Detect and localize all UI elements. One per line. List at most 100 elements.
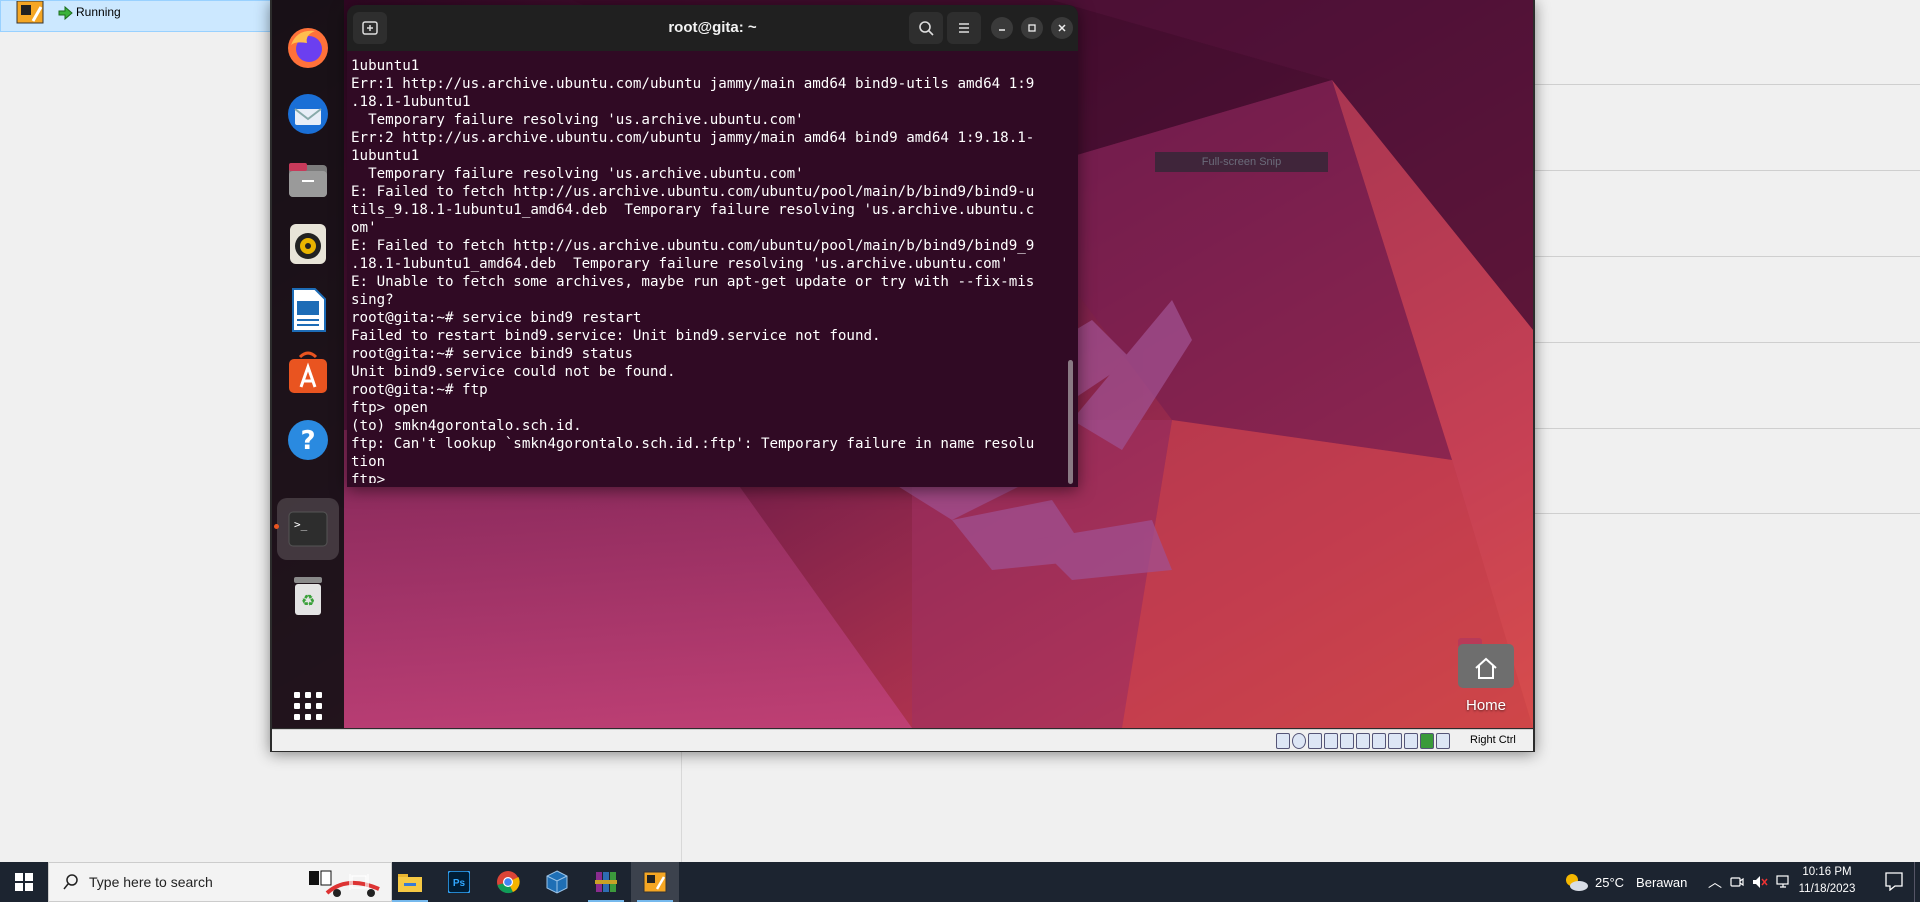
taskbar-virtualbox[interactable] <box>533 862 581 902</box>
terminal-line: 1ubuntu1 <box>351 58 420 74</box>
recording-icon[interactable] <box>1388 733 1402 749</box>
vm-display-window[interactable]: Full-screen Snip ? >_ ♻ root@gita: ~ 1ub… <box>270 0 1535 752</box>
dock-item-rhythmbox[interactable] <box>280 216 336 272</box>
search-button[interactable] <box>909 12 943 44</box>
weather-temperature: 25°C <box>1595 874 1625 890</box>
minimize-icon <box>999 29 1005 31</box>
terminal-line: E: Failed to fetch http://us.archive.ubu… <box>351 238 1035 254</box>
file-explorer-icon <box>398 874 422 892</box>
vm-list-item[interactable]: Running <box>0 0 272 32</box>
dock-item-thunderbird[interactable] <box>280 86 336 142</box>
hard-disk-icon[interactable] <box>1276 733 1290 749</box>
clock-date: 11/18/2023 <box>1798 883 1856 895</box>
svg-text:>_: >_ <box>294 518 308 531</box>
terminal-line: .18.1-1ubuntu1 <box>351 94 471 110</box>
details-row <box>1534 430 1920 514</box>
dock-item-terminal[interactable]: >_ <box>277 498 339 560</box>
maximize-button[interactable] <box>1021 17 1043 39</box>
display-icon[interactable] <box>1372 733 1386 749</box>
winrar-icon <box>595 872 617 892</box>
dock-item-help[interactable]: ? <box>280 412 336 468</box>
taskbar-clock[interactable]: 10:16 PM 11/18/2023 <box>1792 864 1862 898</box>
mouse-integration-icon[interactable] <box>1420 733 1434 749</box>
photoshop-icon: Ps <box>448 871 470 893</box>
vm-window-icon <box>643 871 667 893</box>
chevron-up-icon[interactable]: ︿ <box>1708 872 1722 892</box>
usb-icon[interactable] <box>1340 733 1354 749</box>
terminal-line: .18.1-1ubuntu1_amd64.deb Temporary failu… <box>351 256 1009 272</box>
taskbar-task-view[interactable] <box>335 862 383 902</box>
details-row <box>1534 172 1920 257</box>
vm-os-icon <box>16 1 44 24</box>
minimize-button[interactable] <box>991 17 1013 39</box>
shared-folders-icon[interactable] <box>1356 733 1370 749</box>
taskbar-vm-window[interactable] <box>631 862 679 902</box>
virtualbox-icon <box>546 870 568 894</box>
show-desktop-button[interactable] <box>1914 862 1920 902</box>
svg-text:?: ? <box>300 426 315 456</box>
ubuntu-desktop[interactable]: Full-screen Snip ? >_ ♻ root@gita: ~ 1ub… <box>272 0 1533 728</box>
close-button[interactable] <box>1051 17 1073 39</box>
start-button[interactable] <box>0 862 48 902</box>
speaker-muted-icon[interactable] <box>1752 875 1768 889</box>
files-icon <box>289 163 327 197</box>
terminal-output[interactable]: 1ubuntu1 Err:1 http://us.archive.ubuntu.c… <box>349 55 1064 483</box>
optical-drive-icon[interactable] <box>1292 733 1306 749</box>
details-row <box>1534 344 1920 429</box>
terminal-line: E: Failed to fetch http://us.archive.ubu… <box>351 184 1035 200</box>
terminal-scrollbar[interactable] <box>1068 360 1073 484</box>
dock-item-files[interactable] <box>280 152 336 208</box>
audio-icon[interactable] <box>1308 733 1322 749</box>
vtx-icon[interactable] <box>1404 733 1418 749</box>
network-icon[interactable] <box>1776 875 1792 889</box>
terminal-line: Unit bind9.service could not be found. <box>351 364 676 380</box>
app-grid-icon <box>294 692 322 720</box>
terminal-line: root@gita:~# service bind9 status <box>351 346 633 362</box>
terminal-line: E: Unable to fetch some archives, maybe … <box>351 274 1035 290</box>
vm-state-label: Running <box>76 5 121 19</box>
task-view-icon <box>349 874 369 890</box>
snip-tooltip: Full-screen Snip <box>1155 152 1328 172</box>
vm-device-icons <box>1276 733 1450 749</box>
host-key-label: Right Ctrl <box>1470 734 1516 746</box>
pane-divider <box>681 740 682 862</box>
menu-button[interactable] <box>947 12 981 44</box>
terminal-header[interactable]: root@gita: ~ <box>347 5 1078 51</box>
terminal-line: tion <box>351 454 386 470</box>
details-row <box>1534 0 1920 85</box>
search-icon <box>919 21 934 36</box>
terminal-line: Temporary failure resolving 'us.archive.… <box>351 112 804 128</box>
keyboard-capture-icon[interactable] <box>1436 733 1450 749</box>
libreoffice-writer-icon <box>292 288 326 332</box>
app-center-icon <box>289 351 327 393</box>
weather-widget[interactable]: 25°C Berawan <box>1563 872 1687 892</box>
ubuntu-dock: ? >_ ♻ <box>272 0 344 728</box>
home-folder-icon[interactable] <box>1456 636 1516 688</box>
network-icon[interactable] <box>1324 733 1338 749</box>
terminal-line: ftp: Can't lookup `smkn4gorontalo.sch.id… <box>351 436 1035 452</box>
notification-icon[interactable] <box>1884 871 1904 891</box>
terminal-line: (to) smkn4gorontalo.sch.id. <box>351 418 582 434</box>
clock-time: 10:16 PM <box>1802 866 1852 878</box>
show-apps-button[interactable] <box>280 678 336 728</box>
vm-status-bar: Right Ctrl <box>272 729 1533 751</box>
terminal-line: Temporary failure resolving 'us.archive.… <box>351 166 804 182</box>
taskbar-chrome[interactable] <box>484 862 532 902</box>
dock-item-app-center[interactable] <box>280 346 336 402</box>
trash-icon: ♻ <box>294 577 322 615</box>
meet-now-icon[interactable] <box>1730 875 1744 889</box>
weather-description: Berawan <box>1636 874 1688 890</box>
dock-item-writer[interactable] <box>280 282 336 338</box>
search-icon <box>63 874 78 890</box>
svg-text:♻: ♻ <box>301 591 315 610</box>
terminal-window[interactable]: root@gita: ~ 1ubuntu1 Err:1 http://us.ar… <box>347 5 1078 487</box>
dock-item-firefox[interactable] <box>280 20 336 76</box>
rhythmbox-icon <box>290 224 326 264</box>
thunderbird-icon <box>288 94 328 134</box>
home-folder-label[interactable]: Home <box>1450 697 1522 714</box>
taskbar-photoshop[interactable]: Ps <box>435 862 483 902</box>
taskbar-winrar[interactable] <box>582 862 630 902</box>
taskbar-file-explorer[interactable] <box>386 862 434 902</box>
windows-logo-icon <box>15 873 33 891</box>
dock-item-trash[interactable]: ♻ <box>280 568 336 624</box>
